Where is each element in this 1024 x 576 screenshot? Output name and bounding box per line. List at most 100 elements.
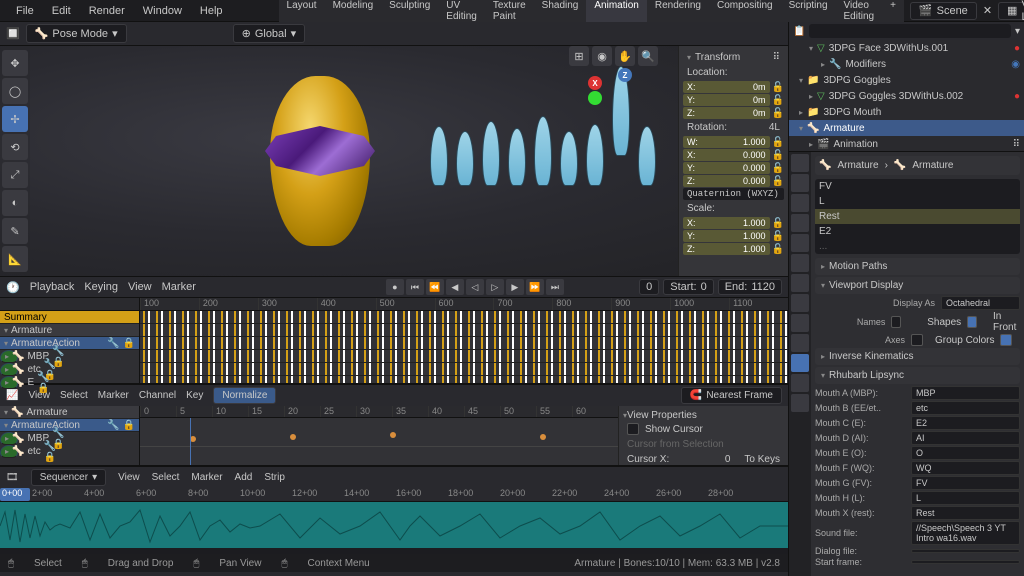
- rot-z[interactable]: Z:0.000: [683, 175, 770, 187]
- orientation-gizmo[interactable]: X Z: [588, 56, 648, 116]
- display-as-dropdown[interactable]: Octahedral: [941, 296, 1020, 310]
- keyframe-track[interactable]: [140, 324, 788, 337]
- ptab-output[interactable]: [791, 174, 809, 192]
- summary-row[interactable]: Summary: [0, 311, 139, 324]
- dopesheet-ruler[interactable]: 10020030040050060070080090010001100: [140, 298, 788, 311]
- annotate-tool[interactable]: ✎: [2, 218, 28, 244]
- ge-channel-mbp[interactable]: ▸🦴MBP🔧 🔒: [0, 432, 18, 445]
- editor-icon[interactable]: 🎞: [6, 472, 19, 483]
- jump-start-icon[interactable]: ⏮: [406, 279, 424, 295]
- grip-icon[interactable]: ⠿: [773, 52, 780, 63]
- cursor-tool[interactable]: ✥: [2, 50, 28, 76]
- filter-icon[interactable]: ▾: [1015, 26, 1020, 37]
- lock-icon[interactable]: 🔓: [772, 137, 784, 148]
- select-tool[interactable]: ◯: [2, 78, 28, 104]
- bone[interactable]: [586, 124, 604, 186]
- field-value[interactable]: MBP: [911, 386, 1020, 400]
- keyframe-track[interactable]: [140, 363, 788, 376]
- bone[interactable]: [430, 126, 448, 186]
- sequencer-mode[interactable]: Sequencer▾: [31, 469, 106, 486]
- play-reverse-icon[interactable]: ◁: [466, 279, 484, 295]
- field-value[interactable]: L: [911, 491, 1020, 505]
- audio-waveform-strip[interactable]: [0, 502, 788, 550]
- channel-etc[interactable]: ▸🦴etc🔧 🔒: [0, 363, 18, 376]
- rot-y[interactable]: Y:0.000: [683, 162, 770, 174]
- to-keys-button[interactable]: To Keys: [744, 454, 780, 465]
- lock-icon[interactable]: 🔓: [772, 244, 784, 255]
- menu-help[interactable]: Help: [192, 2, 231, 20]
- playhead[interactable]: [190, 418, 191, 465]
- menu-marker[interactable]: Marker: [191, 472, 222, 483]
- channel-armature[interactable]: ▾Armature: [0, 324, 139, 337]
- transform-tool[interactable]: ◐: [2, 190, 28, 216]
- context-obj[interactable]: Armature: [837, 160, 878, 171]
- section-motion-paths[interactable]: ▸Motion Paths: [815, 258, 1020, 275]
- menu-playback[interactable]: Playback: [30, 281, 75, 293]
- menu-select[interactable]: Select: [152, 472, 180, 483]
- field-value[interactable]: //Speech\Speech 3 YT Intro wa16.wav: [911, 521, 1020, 545]
- field-value[interactable]: [911, 549, 1020, 553]
- mode-dropdown[interactable]: 🦴 Pose Mode ▾: [26, 24, 127, 43]
- loc-z[interactable]: Z:0m: [683, 107, 770, 119]
- keyframe-point[interactable]: [390, 432, 396, 438]
- scale-tool[interactable]: ⤢: [2, 162, 28, 188]
- z-axis-icon[interactable]: Z: [618, 68, 632, 82]
- gizmo-icon[interactable]: ⊞: [569, 46, 589, 66]
- viewlayer-selector[interactable]: ▦ View Layer: [998, 2, 1024, 20]
- cursor-from-selection-button[interactable]: Cursor from Selection: [627, 439, 724, 450]
- lock-icon[interactable]: 🔓: [772, 95, 784, 106]
- ptab-render[interactable]: [791, 154, 809, 172]
- graph-area[interactable]: 051015202530354045505560: [140, 406, 618, 465]
- ptab-bone[interactable]: [791, 374, 809, 392]
- pose-item-selected[interactable]: Rest: [815, 209, 1020, 224]
- autokey-icon[interactable]: ●: [386, 279, 404, 295]
- ptab-world[interactable]: [791, 234, 809, 252]
- ptab-viewlayer[interactable]: [791, 194, 809, 212]
- names-checkbox[interactable]: [891, 316, 901, 328]
- field-value[interactable]: E2: [911, 416, 1020, 430]
- keyframe-prev-icon[interactable]: ⏪: [426, 279, 444, 295]
- 3d-viewport[interactable]: ✥ ◯ ✢ ⟲ ⤢ ◐ ✎ 📐 ⊞ ◉ ✋ 🔍: [0, 46, 788, 276]
- channel-e[interactable]: ▸🦴E🔧 🔒: [0, 376, 18, 389]
- keyframe-point[interactable]: [290, 434, 296, 440]
- ptab-physics[interactable]: [791, 314, 809, 332]
- lock-icon[interactable]: 🔓: [772, 150, 784, 161]
- show-cursor-checkbox[interactable]: [627, 423, 639, 435]
- scale-z[interactable]: Z:1.000: [683, 243, 770, 255]
- view-props-header[interactable]: ▾View Properties: [623, 410, 784, 421]
- pose-item[interactable]: FV: [815, 179, 1020, 194]
- editor-icon[interactable]: 📋: [793, 26, 805, 37]
- field-value[interactable]: AI: [911, 431, 1020, 445]
- viewport-3d-area[interactable]: ⊞ ◉ ✋ 🔍: [30, 46, 788, 276]
- section-viewport-display[interactable]: ▾Viewport Display: [815, 277, 1020, 294]
- cursor-x-value[interactable]: 0: [725, 454, 731, 465]
- normalize-toggle[interactable]: Normalize: [213, 387, 276, 404]
- context-data[interactable]: Armature: [912, 160, 953, 171]
- keyframe-track[interactable]: [140, 350, 788, 363]
- pose-item[interactable]: ...: [815, 239, 1020, 254]
- bone[interactable]: [456, 131, 474, 186]
- keyframe-next-icon[interactable]: ⏩: [526, 279, 544, 295]
- scene-selector[interactable]: 🎬 Scene: [910, 2, 977, 20]
- ptab-material[interactable]: [791, 394, 809, 412]
- orientation-dropdown[interactable]: ⊕ Global ▾: [233, 24, 306, 43]
- pose-item[interactable]: L: [815, 194, 1020, 209]
- move-tool[interactable]: ✢: [2, 106, 28, 132]
- scale-y[interactable]: Y:1.000: [683, 230, 770, 242]
- rotation-mode[interactable]: Quaternion (WXYZ): [683, 188, 784, 200]
- rot-w[interactable]: W:1.000: [683, 136, 770, 148]
- outliner-search[interactable]: [809, 24, 1011, 38]
- bone[interactable]: [534, 116, 552, 186]
- menu-add[interactable]: Add: [235, 472, 253, 483]
- keyframe-point[interactable]: [540, 434, 546, 440]
- outliner-item[interactable]: ▸📁3DPG Mouth: [789, 104, 1024, 120]
- outliner-item[interactable]: ▾📁3DPG Goggles: [789, 72, 1024, 88]
- field-value[interactable]: [911, 560, 1020, 564]
- outliner-item[interactable]: ▾▽3DPG Face 3DWithUs.001●: [789, 40, 1024, 56]
- field-value[interactable]: etc: [911, 401, 1020, 415]
- ptab-scene[interactable]: [791, 214, 809, 232]
- play-icon[interactable]: ▷: [486, 279, 504, 295]
- sequencer-area[interactable]: 0+002+004+006+008+0010+0012+0014+0016+00…: [0, 488, 788, 554]
- ge-channel-etc[interactable]: ▸🦴etc🔧 🔒: [0, 445, 18, 458]
- keyframe-track[interactable]: [140, 376, 788, 383]
